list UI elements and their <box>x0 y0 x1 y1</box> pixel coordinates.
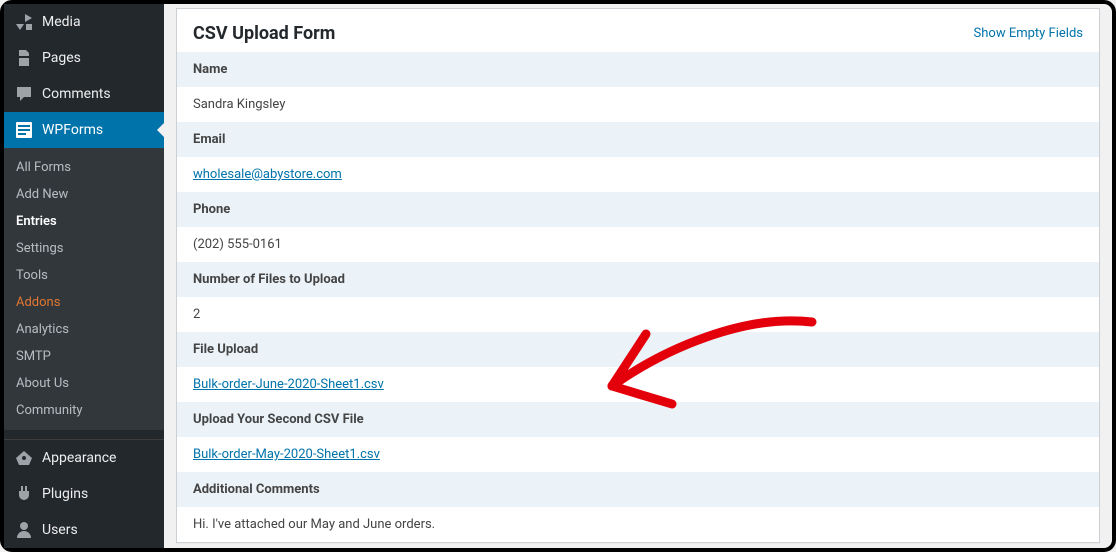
sidebar-item-label: Appearance <box>42 450 116 466</box>
field-label: Name <box>177 52 1099 87</box>
sidebar-item-label: WPForms <box>42 122 103 138</box>
plugins-icon <box>14 484 34 504</box>
users-icon <box>14 520 34 540</box>
pages-icon <box>14 48 34 68</box>
field-value: Sandra Kingsley <box>177 87 1099 122</box>
field-value: Bulk-order-June-2020-Sheet1.csv <box>177 367 1099 402</box>
sidebar-item-comments[interactable]: Comments <box>4 76 164 112</box>
field-value: Hi. I've attached our May and June order… <box>177 507 1099 542</box>
sidebar-submenu: All FormsAdd NewEntriesSettingsToolsAddo… <box>4 148 164 430</box>
sidebar-item-label: Media <box>42 14 81 30</box>
submenu-item-community[interactable]: Community <box>4 397 164 424</box>
sidebar-item-users[interactable]: Users <box>4 512 164 548</box>
field-label: Upload Your Second CSV File <box>177 402 1099 437</box>
field-label: Email <box>177 122 1099 157</box>
submenu-item-about-us[interactable]: About Us <box>4 370 164 397</box>
sidebar-item-label: Plugins <box>42 486 88 502</box>
field-value-link[interactable]: Bulk-order-May-2020-Sheet1.csv <box>193 447 380 462</box>
wpforms-icon <box>14 120 34 140</box>
field-label: Additional Comments <box>177 472 1099 507</box>
appearance-icon <box>14 448 34 468</box>
main-content: CSV Upload Form Show Empty Fields NameSa… <box>164 4 1112 548</box>
field-value: (202) 555-0161 <box>177 227 1099 262</box>
submenu-item-all-forms[interactable]: All Forms <box>4 154 164 181</box>
sidebar-item-pages[interactable]: Pages <box>4 40 164 76</box>
submenu-item-settings[interactable]: Settings <box>4 235 164 262</box>
field-value: Bulk-order-May-2020-Sheet1.csv <box>177 437 1099 472</box>
submenu-item-entries[interactable]: Entries <box>4 208 164 235</box>
sidebar-item-media[interactable]: Media <box>4 4 164 40</box>
field-value-link[interactable]: wholesale@abystore.com <box>193 167 342 182</box>
sidebar-item-wpforms[interactable]: WPForms <box>4 112 164 148</box>
submenu-item-add-new[interactable]: Add New <box>4 181 164 208</box>
sidebar-item-label: Pages <box>42 50 81 66</box>
field-label: Phone <box>177 192 1099 227</box>
sidebar-item-plugins[interactable]: Plugins <box>4 476 164 512</box>
submenu-item-smtp[interactable]: SMTP <box>4 343 164 370</box>
panel-title: CSV Upload Form <box>193 23 335 44</box>
sidebar-item-appearance[interactable]: Appearance <box>4 440 164 476</box>
field-label: File Upload <box>177 332 1099 367</box>
field-value: wholesale@abystore.com <box>177 157 1099 192</box>
admin-sidebar: Media Pages Comments WPForms All FormsAdd … <box>4 4 164 548</box>
submenu-item-tools[interactable]: Tools <box>4 262 164 289</box>
field-value: 2 <box>177 297 1099 332</box>
comments-icon <box>14 84 34 104</box>
field-label: Number of Files to Upload <box>177 262 1099 297</box>
media-icon <box>14 12 34 32</box>
sidebar-item-label: Comments <box>42 86 111 102</box>
submenu-item-analytics[interactable]: Analytics <box>4 316 164 343</box>
submenu-item-addons[interactable]: Addons <box>4 289 164 316</box>
entry-panel: CSV Upload Form Show Empty Fields NameSa… <box>176 8 1100 543</box>
panel-header: CSV Upload Form Show Empty Fields <box>177 9 1099 52</box>
field-value-link[interactable]: Bulk-order-June-2020-Sheet1.csv <box>193 377 384 392</box>
show-empty-fields-link[interactable]: Show Empty Fields <box>974 26 1083 41</box>
sidebar-item-label: Users <box>42 522 78 538</box>
